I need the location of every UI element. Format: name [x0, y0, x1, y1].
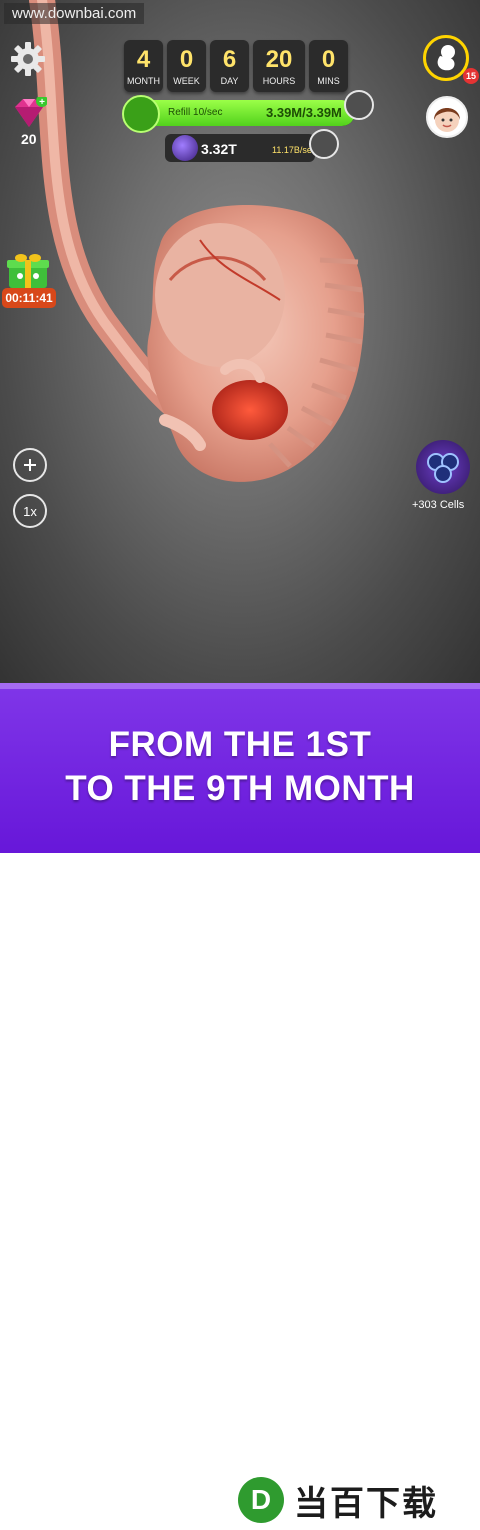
banner-line-1: FROM THE 1ST [108, 725, 372, 764]
gift-icon[interactable] [6, 252, 50, 290]
timer-cell-week: 0 WEEK [167, 40, 206, 92]
gem-icon[interactable]: + [11, 97, 47, 129]
cell-icon [172, 135, 198, 161]
gift-timer[interactable]: 00:11:41 [2, 288, 56, 308]
timer-cell-hours: 20 HOURS [253, 40, 305, 92]
speed-button[interactable]: 1x [13, 494, 47, 528]
fetus-icon [437, 45, 455, 71]
promo-banner: FROM THE 1ST TO THE 9TH MONTH D 当百下载 [0, 683, 480, 1530]
timer-value: 0 [179, 45, 194, 73]
timer-label: WEEK [173, 75, 200, 86]
speed-label: 1x [23, 503, 37, 519]
timer-label: MINS [317, 75, 340, 86]
notification-badge: 15 [463, 68, 479, 84]
timer-value: 4 [136, 45, 151, 73]
avatar-face [434, 108, 460, 132]
timer-cell-month: 4 MONTH [124, 40, 163, 92]
plus-icon [24, 459, 36, 471]
avatar[interactable] [426, 96, 468, 138]
gear-icon[interactable] [10, 41, 46, 77]
cells-total: 3.32T [201, 141, 237, 157]
banner-line-2: TO THE 9TH MONTH [65, 769, 415, 808]
watermark-logo-block: D 当百下载 [232, 1470, 474, 1530]
svg-text:+: + [39, 97, 45, 108]
refill-value: 3.39M/3.39M [266, 105, 342, 120]
timer-cell-mins: 0 MINS [309, 40, 348, 92]
timer-value: 6 [222, 45, 237, 73]
watermark-url: www.downbai.com [4, 3, 145, 24]
watermark-text: 当百下载 [294, 1484, 438, 1523]
gem-count: 20 [21, 131, 37, 147]
refill-rate: Refill 10/sec [168, 107, 223, 118]
cells-reward-label: +303 Cells [412, 499, 465, 511]
timer-label: MONTH [127, 75, 160, 86]
cells-reward-button[interactable] [416, 440, 470, 494]
embryo-icon [122, 95, 160, 133]
timer-value: 0 [321, 45, 336, 73]
refill-toggle[interactable] [344, 90, 374, 120]
timer-label: DAY [220, 75, 239, 86]
zoom-in-button[interactable] [13, 448, 47, 482]
cells-toggle[interactable] [309, 129, 339, 159]
watermark-logo: D [238, 1477, 284, 1523]
game-scene: www.downbai.com + 20 00:11:41 1x 4 MONTH… [0, 0, 480, 683]
timer-value: 20 [265, 45, 293, 73]
cells-cluster-icon [427, 453, 459, 483]
timer-label: HOURS [262, 75, 296, 86]
pregnancy-timer: 4 MONTH 0 WEEK 6 DAY 20 HOURS 0 MINS [124, 40, 348, 92]
timer-cell-day: 6 DAY [210, 40, 249, 92]
